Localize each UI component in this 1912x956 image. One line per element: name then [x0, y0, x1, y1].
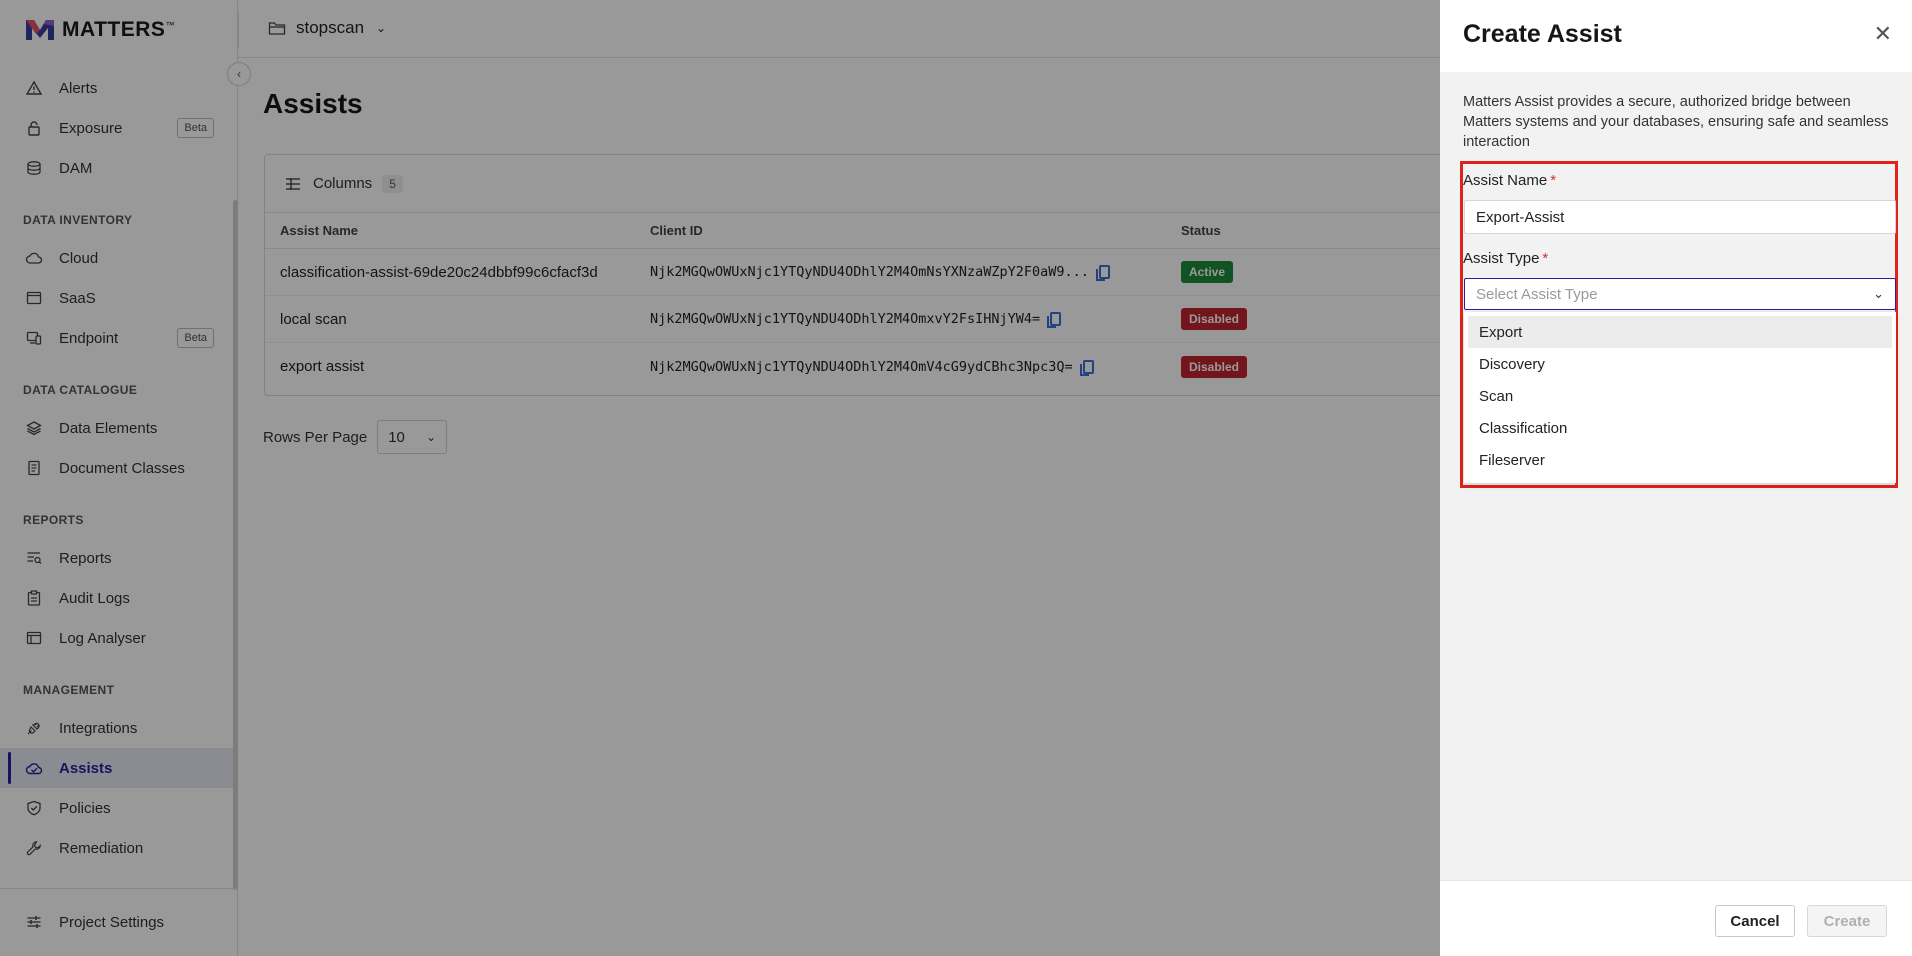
- drawer-header: Create Assist ✕: [1440, 0, 1912, 72]
- option-scan[interactable]: Scan: [1468, 380, 1892, 412]
- option-classification[interactable]: Classification: [1468, 412, 1892, 444]
- close-icon[interactable]: ✕: [1874, 23, 1892, 45]
- assist-type-dropdown-menu: Export Discovery Scan Classification Fil…: [1464, 312, 1896, 483]
- assist-name-label: Assist Name *: [1463, 172, 1557, 189]
- drawer-description: Matters Assist provides a secure, author…: [1463, 94, 1889, 150]
- assist-type-select[interactable]: Select Assist Type ⌄: [1464, 278, 1896, 310]
- option-fileserver[interactable]: Fileserver: [1468, 444, 1892, 476]
- option-export[interactable]: Export: [1468, 316, 1892, 348]
- option-discovery[interactable]: Discovery: [1468, 348, 1892, 380]
- cancel-button[interactable]: Cancel: [1715, 905, 1795, 937]
- assist-name-value: Export-Assist: [1476, 208, 1565, 226]
- required-mark: *: [1550, 172, 1557, 189]
- drawer-title: Create Assist: [1463, 20, 1622, 48]
- assist-name-input[interactable]: Export-Assist: [1464, 200, 1896, 234]
- create-button[interactable]: Create: [1807, 905, 1887, 937]
- chevron-down-icon: ⌄: [1873, 286, 1884, 301]
- modal-overlay[interactable]: [0, 0, 1440, 956]
- assist-type-label: Assist Type *: [1463, 250, 1549, 267]
- required-mark: *: [1542, 250, 1549, 267]
- assist-type-placeholder: Select Assist Type: [1476, 285, 1598, 303]
- drawer-footer: Cancel Create: [1440, 880, 1912, 956]
- create-assist-drawer: Create Assist ✕ Matters Assist provides …: [1440, 0, 1912, 956]
